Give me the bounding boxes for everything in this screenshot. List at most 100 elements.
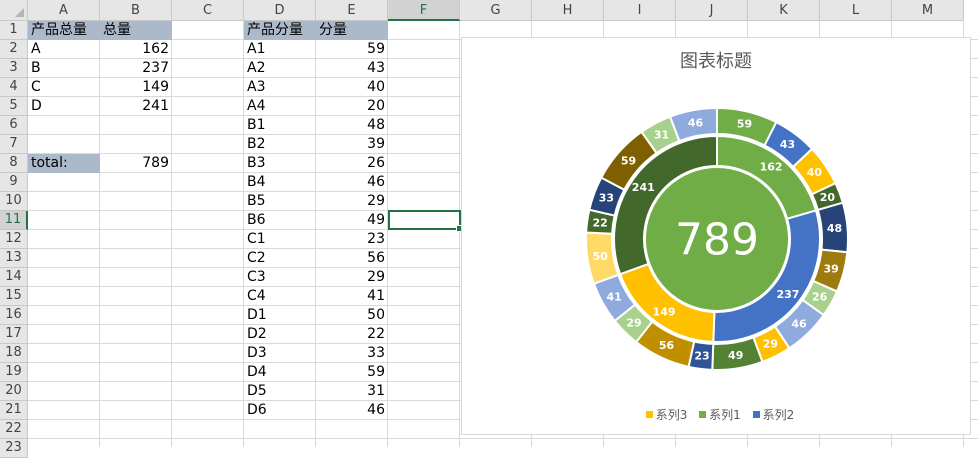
cell-part-name[interactable]: D1 (244, 306, 316, 325)
outer-ring-label-d4: 59 (621, 154, 636, 167)
middle-ring-label-a: 162 (760, 161, 783, 174)
column-header-m[interactable]: M (892, 0, 964, 21)
cell-part-name[interactable]: B2 (244, 135, 316, 154)
row-header-12[interactable]: 12 (0, 230, 28, 249)
row-header-11[interactable]: 11 (0, 211, 28, 230)
select-all-corner[interactable] (0, 0, 28, 21)
cell-part-name[interactable]: C2 (244, 249, 316, 268)
cell-part-value[interactable]: 46 (316, 173, 388, 192)
column-header-d[interactable]: D (244, 0, 316, 21)
cell-total-value[interactable]: 241 (100, 97, 172, 116)
cell-total-value[interactable]: 237 (100, 59, 172, 78)
cell-part-value[interactable]: 48 (316, 116, 388, 135)
row-header-22[interactable]: 22 (0, 420, 28, 439)
cell-part-name[interactable]: B4 (244, 173, 316, 192)
header-cell-total-name[interactable]: 产品总量 (28, 21, 100, 40)
outer-ring-label-c4: 41 (606, 290, 621, 303)
row-header-21[interactable]: 21 (0, 401, 28, 420)
cell-part-value[interactable]: 26 (316, 154, 388, 173)
cell-part-value[interactable]: 31 (316, 382, 388, 401)
cell-part-name[interactable]: C1 (244, 230, 316, 249)
cell-total-value[interactable]: 149 (100, 78, 172, 97)
cell-part-value[interactable]: 20 (316, 97, 388, 116)
cell-part-name[interactable]: D6 (244, 401, 316, 420)
cell-part-value[interactable]: 40 (316, 78, 388, 97)
cell-total-value[interactable]: 162 (100, 40, 172, 59)
outer-ring-label-a2: 43 (780, 138, 795, 151)
cell-part-name[interactable]: A3 (244, 78, 316, 97)
cell-part-value[interactable]: 22 (316, 325, 388, 344)
row-header-13[interactable]: 13 (0, 249, 28, 268)
row-header-17[interactable]: 17 (0, 325, 28, 344)
cell-part-value[interactable]: 50 (316, 306, 388, 325)
row-header-5[interactable]: 5 (0, 97, 28, 116)
column-header-i[interactable]: I (604, 0, 676, 21)
column-header-l[interactable]: L (820, 0, 892, 21)
cell-total-label[interactable]: total: (28, 154, 100, 173)
cell-part-value[interactable]: 41 (316, 287, 388, 306)
cell-part-name[interactable]: C3 (244, 268, 316, 287)
row-header-16[interactable]: 16 (0, 306, 28, 325)
row-header-2[interactable]: 2 (0, 40, 28, 59)
column-header-c[interactable]: C (172, 0, 244, 21)
cell-part-name[interactable]: B3 (244, 154, 316, 173)
active-cell-f11[interactable] (388, 210, 463, 232)
column-header-g[interactable]: G (460, 0, 532, 21)
cell-total-name[interactable]: D (28, 97, 100, 116)
header-cell-total-value[interactable]: 总量 (100, 21, 172, 40)
cell-part-value[interactable]: 29 (316, 192, 388, 211)
cell-part-value[interactable]: 39 (316, 135, 388, 154)
cell-part-value[interactable]: 43 (316, 59, 388, 78)
cell-part-name[interactable]: D2 (244, 325, 316, 344)
middle-ring-label-d: 241 (632, 181, 655, 194)
row-header-4[interactable]: 4 (0, 78, 28, 97)
row-header-15[interactable]: 15 (0, 287, 28, 306)
cell-part-name[interactable]: A2 (244, 59, 316, 78)
cell-total-name[interactable]: C (28, 78, 100, 97)
row-header-10[interactable]: 10 (0, 192, 28, 211)
cell-part-name[interactable]: A4 (244, 97, 316, 116)
cell-part-value[interactable]: 46 (316, 401, 388, 420)
legend-label-series2: 系列2 (762, 408, 795, 422)
row-header-14[interactable]: 14 (0, 268, 28, 287)
column-header-j[interactable]: J (676, 0, 748, 21)
column-header-e[interactable]: E (316, 0, 388, 21)
cell-part-value[interactable]: 29 (316, 268, 388, 287)
header-cell-part-name[interactable]: 产品分量 (244, 21, 316, 40)
cell-part-name[interactable]: C4 (244, 287, 316, 306)
cell-part-name[interactable]: B5 (244, 192, 316, 211)
cell-part-name[interactable]: D3 (244, 344, 316, 363)
row-header-7[interactable]: 7 (0, 135, 28, 154)
cell-total-sum[interactable]: 789 (100, 154, 172, 173)
row-header-18[interactable]: 18 (0, 344, 28, 363)
cell-part-name[interactable]: D5 (244, 382, 316, 401)
column-header-a[interactable]: A (28, 0, 100, 21)
column-header-b[interactable]: B (100, 0, 172, 21)
row-header-1[interactable]: 1 (0, 21, 28, 40)
cell-part-name[interactable]: D4 (244, 363, 316, 382)
cell-part-name[interactable]: B1 (244, 116, 316, 135)
cell-part-value[interactable]: 33 (316, 344, 388, 363)
sunburst-chart[interactable]: 图表标题 789 162 237 149 241 59 43 40 20 48 39 26 46 29 49… (461, 37, 971, 435)
row-header-6[interactable]: 6 (0, 116, 28, 135)
legend-swatch-series2 (752, 411, 760, 418)
cell-part-value[interactable]: 23 (316, 230, 388, 249)
row-header-19[interactable]: 19 (0, 363, 28, 382)
cell-part-name[interactable]: A1 (244, 40, 316, 59)
header-cell-part-value[interactable]: 分量 (316, 21, 388, 40)
cell-part-value[interactable]: 56 (316, 249, 388, 268)
cell-total-name[interactable]: A (28, 40, 100, 59)
cell-part-value[interactable]: 59 (316, 40, 388, 59)
column-header-k[interactable]: K (748, 0, 820, 21)
column-header-f[interactable]: F (388, 0, 460, 21)
cell-part-value[interactable]: 59 (316, 363, 388, 382)
column-header-h[interactable]: H (532, 0, 604, 21)
cell-part-value[interactable]: 49 (316, 211, 388, 230)
row-header-20[interactable]: 20 (0, 382, 28, 401)
row-header-3[interactable]: 3 (0, 59, 28, 78)
cell-part-name[interactable]: B6 (244, 211, 316, 230)
row-header-9[interactable]: 9 (0, 173, 28, 192)
row-header-8[interactable]: 8 (0, 154, 28, 173)
cell-total-name[interactable]: B (28, 59, 100, 78)
row-header-23[interactable]: 23 (0, 439, 28, 458)
